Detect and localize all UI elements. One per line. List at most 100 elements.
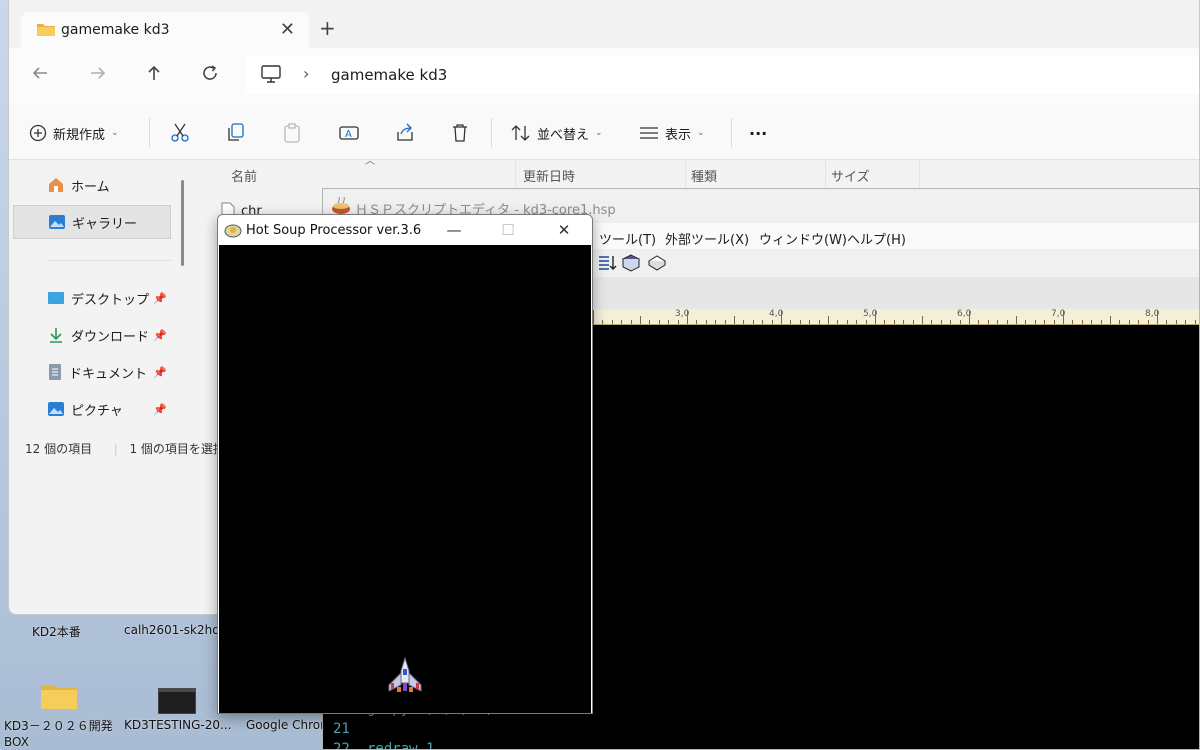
desktop-icon-label-kd3box[interactable]: KD3－２０２６開発BOX bbox=[4, 718, 118, 750]
menu-help[interactable]: ヘルプ(H) bbox=[847, 229, 906, 248]
ruler-tick bbox=[771, 320, 773, 324]
ruler-tick bbox=[959, 320, 961, 324]
chevron-right-icon[interactable]: › bbox=[303, 64, 309, 83]
ruler-tick bbox=[799, 320, 801, 324]
view-button[interactable]: 表示 ⌄ bbox=[639, 122, 705, 144]
sidebar-item-home[interactable]: ホーム bbox=[13, 168, 171, 202]
folder-icon[interactable] bbox=[40, 680, 78, 714]
close-button[interactable]: ✕ bbox=[546, 219, 582, 241]
sidebar-item-label: ドキュメント bbox=[69, 366, 148, 382]
sidebar-item-label: ピクチャ bbox=[71, 403, 123, 419]
home-icon bbox=[49, 178, 63, 192]
gallery-icon bbox=[49, 215, 65, 229]
navigation-pane: ホーム ギャラリー デスクトップ 📌 ダウンロード 📌 ドキュメント 📌 ピクチ… bbox=[9, 160, 189, 435]
menu-external-tool[interactable]: 外部ツール(X) bbox=[665, 229, 749, 248]
share-button[interactable] bbox=[395, 122, 415, 144]
explorer-tab[interactable]: gamemake kd3 ✕ bbox=[21, 12, 309, 48]
new-button-label: 新規作成 bbox=[53, 127, 106, 143]
rename-icon: A bbox=[339, 126, 359, 140]
tab-close-button[interactable]: ✕ bbox=[280, 19, 295, 40]
sidebar-item-pictures[interactable]: ピクチャ 📌 bbox=[13, 392, 171, 426]
ruler-tick bbox=[1138, 320, 1140, 324]
desktop-icon-label-kd2[interactable]: KD2本番 bbox=[32, 623, 112, 640]
cut-button[interactable] bbox=[171, 122, 189, 144]
line-number: 22 bbox=[333, 741, 350, 750]
help-book-icon[interactable] bbox=[647, 253, 667, 277]
plus-circle-icon bbox=[29, 124, 47, 142]
menu-tool[interactable]: ツール(T) bbox=[599, 229, 656, 248]
ruler-tick bbox=[1128, 320, 1130, 324]
rename-button[interactable]: A bbox=[339, 122, 359, 144]
player-ship-sprite bbox=[386, 656, 424, 699]
address-path[interactable]: gamemake kd3 bbox=[331, 66, 447, 84]
ruler-tick bbox=[640, 316, 641, 324]
ruler-tick bbox=[668, 320, 670, 324]
pin-icon[interactable]: 📌 bbox=[153, 292, 167, 305]
ruler-tick bbox=[696, 320, 698, 324]
ruler-tick bbox=[931, 320, 933, 324]
address-bar[interactable]: › gamemake kd3 bbox=[245, 56, 1199, 94]
column-divider[interactable] bbox=[919, 160, 920, 188]
ruler-tick bbox=[912, 320, 914, 324]
ruler-tick bbox=[865, 320, 867, 324]
desktop-icon-label-calh[interactable]: calh2601-sk2ho bbox=[124, 623, 218, 637]
ruler-tick bbox=[818, 320, 820, 324]
sidebar-scrollbar[interactable] bbox=[181, 180, 184, 266]
computer-icon bbox=[261, 65, 281, 87]
ruler-tick bbox=[1044, 320, 1046, 324]
game-title-bar[interactable]: Hot Soup Processor ver.3.6 — ☐ ✕ bbox=[218, 215, 592, 245]
sidebar-item-downloads[interactable]: ダウンロード 📌 bbox=[13, 318, 171, 352]
status-bar: 12 個の項目 | 1 個の項目を選択 bbox=[25, 440, 225, 457]
back-arrow-icon[interactable] bbox=[31, 64, 49, 87]
sidebar-item-desktop[interactable]: デスクトップ 📌 bbox=[13, 281, 171, 315]
desktop-icon-label-chrome[interactable]: Google Chrome bbox=[246, 718, 322, 732]
sort-button[interactable]: 並べ替え ⌄ bbox=[511, 122, 603, 144]
new-button[interactable]: 新規作成 ⌄ bbox=[29, 122, 119, 144]
ruler-tick bbox=[1016, 316, 1017, 324]
ruler-tick bbox=[809, 320, 811, 324]
scissors-icon bbox=[171, 123, 189, 142]
pin-icon[interactable]: 📌 bbox=[153, 403, 167, 416]
column-divider[interactable] bbox=[515, 160, 516, 188]
new-tab-button[interactable]: + bbox=[319, 16, 336, 40]
sidebar-item-documents[interactable]: ドキュメント 📌 bbox=[13, 355, 171, 389]
hot-soup-processor-window: Hot Soup Processor ver.3.6 — ☐ ✕ bbox=[217, 214, 593, 714]
game-window-title: Hot Soup Processor ver.3.6 bbox=[246, 223, 422, 238]
ruler-tick bbox=[1091, 320, 1093, 324]
book-icon[interactable] bbox=[621, 253, 641, 277]
up-arrow-icon[interactable] bbox=[145, 64, 163, 87]
column-header-name[interactable]: 名前 bbox=[231, 166, 257, 185]
forward-arrow-icon[interactable] bbox=[89, 64, 107, 87]
more-options-button[interactable]: ··· bbox=[749, 122, 767, 144]
pin-icon[interactable]: 📌 bbox=[153, 329, 167, 342]
menu-window[interactable]: ウィンドウ(W) bbox=[759, 229, 847, 248]
copy-button[interactable] bbox=[227, 122, 245, 144]
ruler-tick bbox=[752, 320, 754, 324]
sort-lines-icon[interactable] bbox=[597, 253, 617, 277]
ruler-tick bbox=[884, 320, 886, 324]
sidebar-item-gallery[interactable]: ギャラリー bbox=[13, 205, 171, 239]
code-line[interactable]: redraw 1 bbox=[367, 741, 434, 749]
ruler-tick bbox=[1100, 320, 1102, 324]
column-header-type[interactable]: 種類 bbox=[691, 166, 717, 185]
ruler-tick bbox=[1119, 320, 1121, 324]
ruler-tick bbox=[922, 316, 923, 324]
terminal-icon[interactable] bbox=[157, 687, 197, 718]
status-divider: | bbox=[113, 442, 118, 456]
delete-button[interactable] bbox=[451, 122, 469, 144]
game-screen[interactable] bbox=[219, 245, 591, 713]
ruler-tick bbox=[1025, 320, 1027, 324]
column-divider[interactable] bbox=[825, 160, 826, 188]
ruler-tick bbox=[1006, 320, 1008, 324]
ruler-tick bbox=[893, 320, 895, 324]
refresh-icon[interactable] bbox=[201, 64, 219, 87]
maximize-button: ☐ bbox=[501, 221, 515, 239]
column-divider[interactable] bbox=[685, 160, 686, 188]
paste-button bbox=[283, 122, 301, 144]
ruler-tick bbox=[1081, 320, 1083, 324]
desktop-icon-label-kd3testing[interactable]: KD3TESTING-20... bbox=[124, 718, 236, 732]
column-header-size[interactable]: サイズ bbox=[831, 166, 870, 185]
column-header-modified[interactable]: 更新日時 bbox=[523, 166, 575, 185]
pin-icon[interactable]: 📌 bbox=[153, 366, 167, 379]
minimize-button[interactable]: — bbox=[436, 219, 472, 241]
